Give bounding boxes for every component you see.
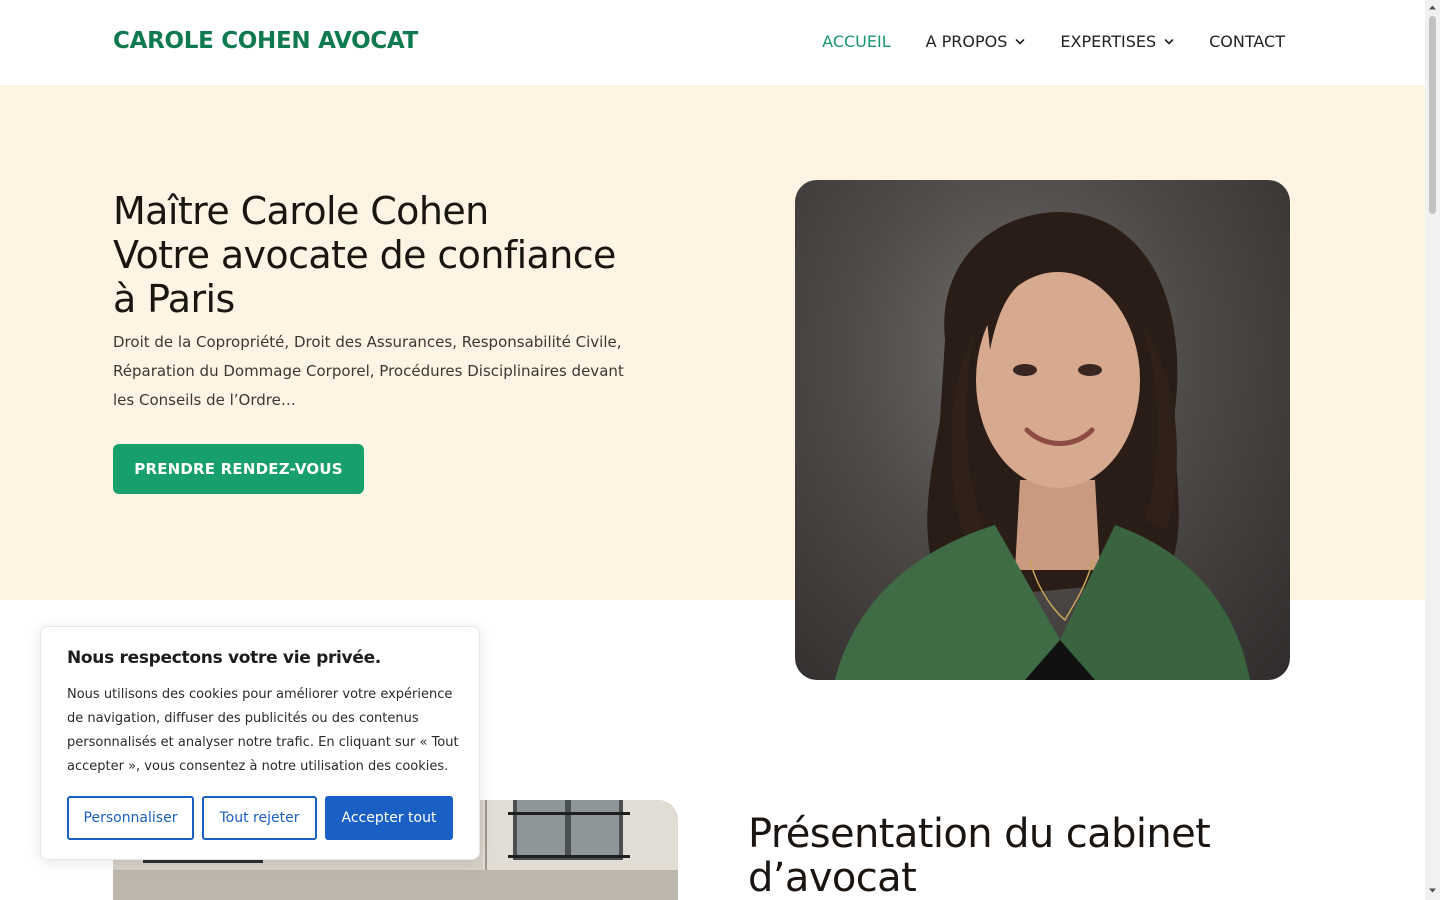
hero-title-line: à Paris (113, 277, 235, 321)
scroll-up-arrow-icon[interactable] (1428, 3, 1437, 12)
chevron-down-icon (1016, 38, 1025, 44)
portrait-illustration (835, 211, 1250, 680)
appointment-button[interactable]: PRENDRE RENDEZ-VOUS (113, 444, 364, 494)
nav-item-expertises[interactable]: EXPERTISES (1060, 32, 1174, 51)
presentation-title: Présentation du cabinet d’avocat (748, 811, 1211, 900)
main-nav: ACCUEIL A PROPOS EXPERTISES CONTACT (822, 32, 1285, 51)
accept-all-cookies-button[interactable]: Accepter tout (325, 796, 453, 840)
hero-title-line: Maître Carole Cohen (113, 189, 489, 233)
nav-item-a-propos[interactable]: A PROPOS (926, 32, 1026, 51)
page-scrollbar[interactable] (1425, 0, 1440, 900)
hero-title-line: Votre avocate de confiance (113, 233, 616, 277)
cookie-consent-banner: Nous respectons votre vie privée. Nous u… (40, 626, 480, 860)
cookie-banner-title: Nous respectons votre vie privée. (67, 648, 381, 668)
nav-item-label: EXPERTISES (1060, 32, 1157, 51)
presentation-title-line: d’avocat (748, 855, 917, 900)
lawyer-portrait-photo (795, 180, 1290, 680)
site-logo[interactable]: CAROLE COHEN AVOCAT (113, 28, 418, 54)
customize-cookies-button[interactable]: Personnaliser (67, 796, 194, 840)
presentation-title-line: Présentation du cabinet (748, 811, 1211, 857)
hero-description: Droit de la Copropriété, Droit des Assur… (113, 333, 624, 409)
scroll-down-arrow-icon[interactable] (1428, 886, 1437, 895)
scrollbar-thumb[interactable] (1429, 16, 1436, 214)
nav-item-accueil[interactable]: ACCUEIL (822, 32, 890, 51)
nav-item-label: A PROPOS (925, 32, 1008, 51)
nav-item-label: CONTACT (1209, 32, 1285, 51)
nav-item-label: ACCUEIL (822, 32, 891, 51)
site-header: CAROLE COHEN AVOCAT ACCUEIL A PROPOS EXP… (0, 0, 1425, 85)
nav-item-contact[interactable]: CONTACT (1209, 32, 1285, 51)
cookie-banner-text: Nous utilisons des cookies pour améliore… (67, 687, 459, 774)
hero-title: Maître Carole Cohen Votre avocate de con… (113, 189, 616, 321)
chevron-down-icon (1164, 38, 1174, 44)
reject-all-cookies-button[interactable]: Tout rejeter (202, 796, 317, 840)
